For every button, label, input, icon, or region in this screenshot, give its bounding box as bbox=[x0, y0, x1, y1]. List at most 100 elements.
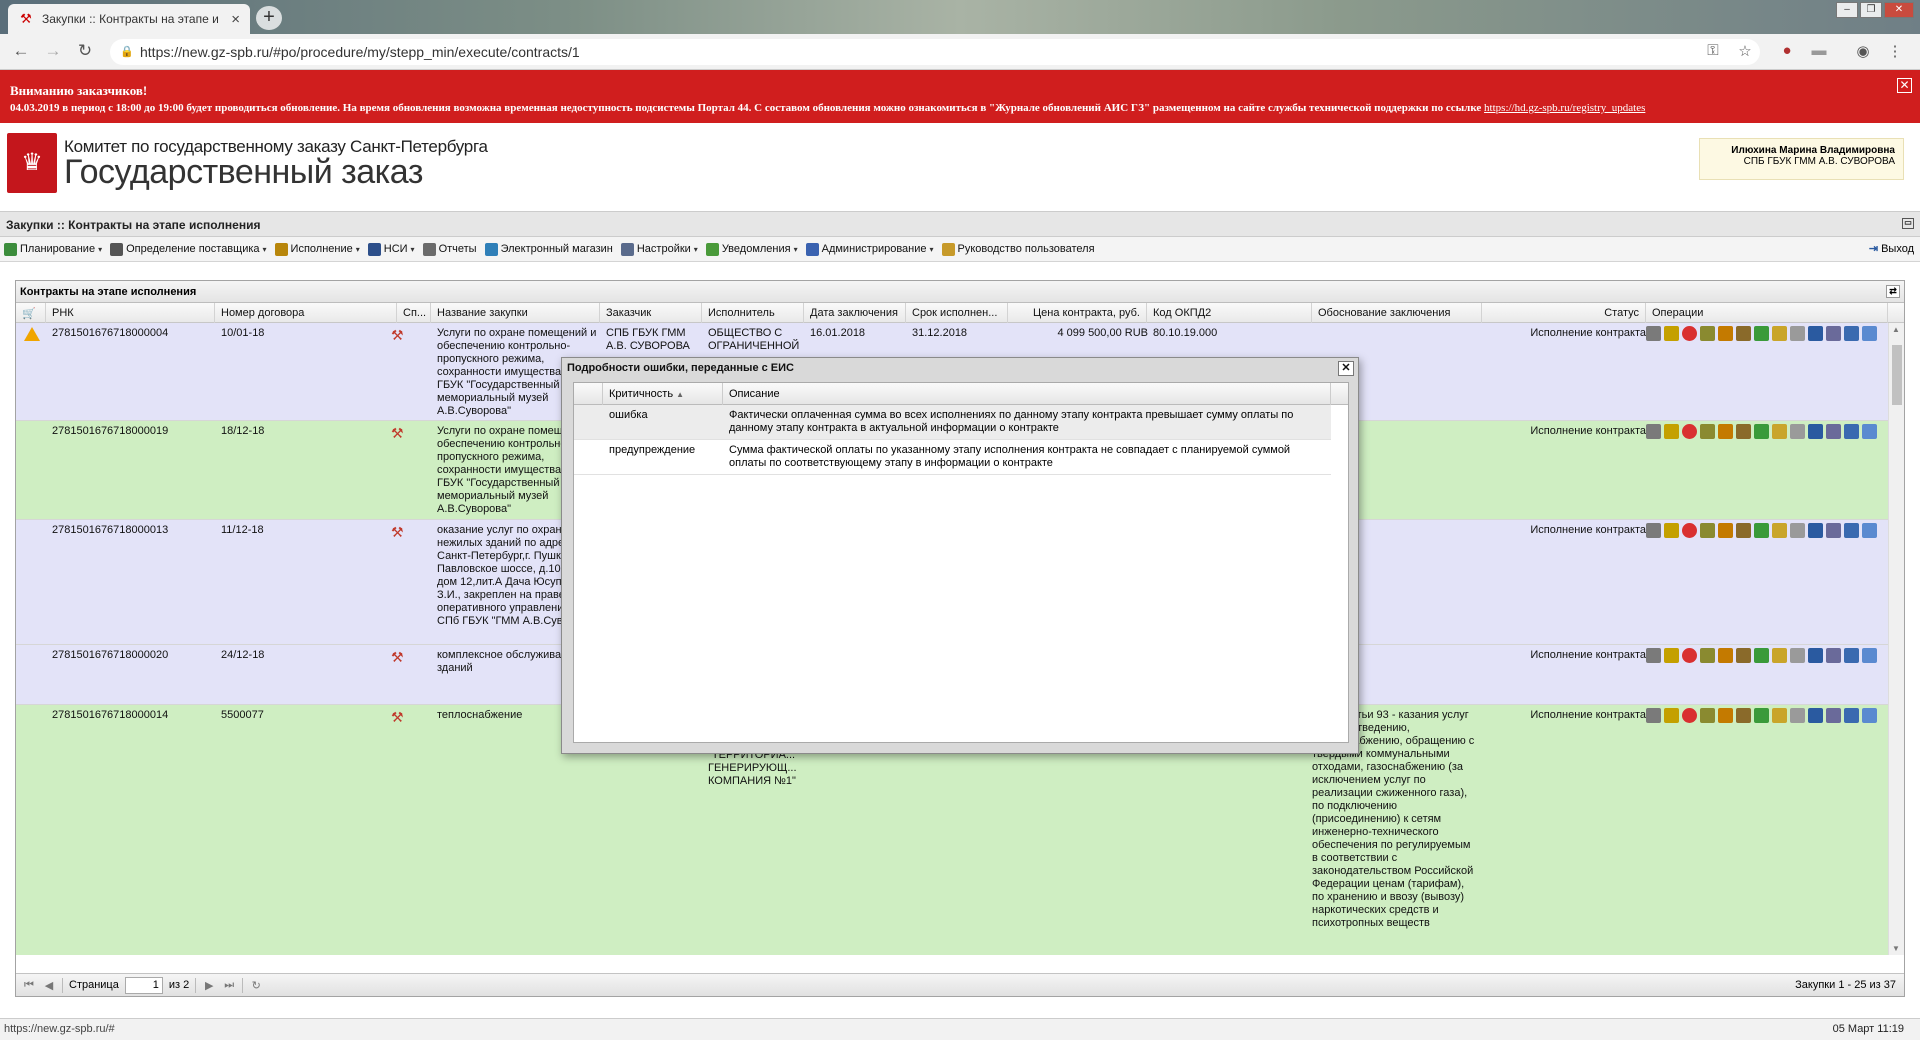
back-arrow-icon[interactable]: ← bbox=[10, 41, 32, 61]
key-icon[interactable]: ⚿ bbox=[1702, 42, 1724, 59]
column-header-customer[interactable]: Заказчик bbox=[600, 303, 702, 323]
menu-item-1[interactable]: Определение поставщика ▾ bbox=[110, 242, 267, 256]
operation-9-icon[interactable] bbox=[1808, 708, 1823, 723]
column-header-severity[interactable]: Критичность ▲ bbox=[603, 383, 723, 405]
operation-6-icon[interactable] bbox=[1754, 523, 1769, 538]
dialog-close-button[interactable]: ✕ bbox=[1338, 361, 1354, 376]
operation-8-icon[interactable] bbox=[1790, 708, 1805, 723]
operation-7-icon[interactable] bbox=[1772, 523, 1787, 538]
operation-12-icon[interactable] bbox=[1862, 326, 1877, 341]
operation-11-icon[interactable] bbox=[1844, 326, 1859, 341]
operation-2-icon[interactable] bbox=[1682, 326, 1697, 341]
operation-10-icon[interactable] bbox=[1826, 523, 1841, 538]
operation-2-icon[interactable] bbox=[1682, 523, 1697, 538]
menu-item-4[interactable]: Отчеты bbox=[422, 242, 477, 256]
column-header-contract-number[interactable]: Номер договора bbox=[215, 303, 397, 323]
operation-1-icon[interactable] bbox=[1664, 424, 1679, 439]
operation-11-icon[interactable] bbox=[1844, 648, 1859, 663]
operation-7-icon[interactable] bbox=[1772, 648, 1787, 663]
operation-2-icon[interactable] bbox=[1682, 424, 1697, 439]
menu-item-2[interactable]: Исполнение ▾ bbox=[274, 242, 360, 256]
column-header-executor[interactable]: Исполнитель bbox=[702, 303, 804, 323]
operation-3-icon[interactable] bbox=[1700, 326, 1715, 341]
scroll-thumb[interactable] bbox=[1892, 345, 1902, 405]
operation-10-icon[interactable] bbox=[1826, 326, 1841, 341]
url-input[interactable]: 🔒 https://new.gz-spb.ru/#po/procedure/my… bbox=[110, 39, 1760, 65]
operation-3-icon[interactable] bbox=[1700, 708, 1715, 723]
column-header-rnk[interactable]: РНК bbox=[46, 303, 215, 323]
restore-button[interactable]: ❐ bbox=[1860, 2, 1882, 18]
last-page-icon[interactable]: ⏭ bbox=[222, 979, 236, 992]
column-header-basis[interactable]: Обоснование заключения bbox=[1312, 303, 1482, 323]
collapse-icon[interactable]: ▭ bbox=[1902, 218, 1914, 229]
operation-7-icon[interactable] bbox=[1772, 326, 1787, 341]
operation-2-icon[interactable] bbox=[1682, 708, 1697, 723]
tab-close-icon[interactable]: × bbox=[231, 11, 240, 28]
exit-button[interactable]: ⇥ Выход bbox=[1869, 242, 1914, 256]
operation-9-icon[interactable] bbox=[1808, 326, 1823, 341]
operation-5-icon[interactable] bbox=[1736, 424, 1751, 439]
page-number-input[interactable]: 1 bbox=[124, 976, 163, 994]
operation-7-icon[interactable] bbox=[1772, 708, 1787, 723]
operation-0-icon[interactable] bbox=[1646, 523, 1661, 538]
browser-menu-icon[interactable]: ⋮ bbox=[1884, 42, 1906, 60]
extension2-icon[interactable]: ▬ bbox=[1808, 42, 1830, 59]
operation-0-icon[interactable] bbox=[1646, 648, 1661, 663]
first-page-icon[interactable]: ⏮ bbox=[22, 979, 36, 992]
menu-item-9[interactable]: Руководство пользователя bbox=[941, 242, 1095, 256]
extension-icon[interactable]: ● bbox=[1776, 42, 1798, 59]
operation-6-icon[interactable] bbox=[1754, 326, 1769, 341]
banner-link[interactable]: https://hd.gz-spb.ru/registry_updates bbox=[1484, 102, 1645, 114]
column-header-purchase-name[interactable]: Название закупки bbox=[431, 303, 600, 323]
operation-1-icon[interactable] bbox=[1664, 523, 1679, 538]
next-page-icon[interactable]: ▶ bbox=[202, 979, 216, 992]
operation-12-icon[interactable] bbox=[1862, 523, 1877, 538]
menu-item-3[interactable]: НСИ ▾ bbox=[367, 242, 415, 256]
column-header-operations[interactable]: Операции bbox=[1646, 303, 1888, 323]
banner-close-button[interactable]: ✕ bbox=[1897, 78, 1912, 93]
operation-5-icon[interactable] bbox=[1736, 648, 1751, 663]
operation-6-icon[interactable] bbox=[1754, 648, 1769, 663]
operation-10-icon[interactable] bbox=[1826, 648, 1841, 663]
operation-8-icon[interactable] bbox=[1790, 523, 1805, 538]
menu-item-5[interactable]: Электронный магазин bbox=[484, 242, 613, 256]
operation-9-icon[interactable] bbox=[1808, 648, 1823, 663]
browser-tab[interactable]: ⚒ Закупки :: Контракты на этапе и × bbox=[8, 4, 250, 34]
column-header-okpd[interactable]: Код ОКПД2 bbox=[1147, 303, 1312, 323]
refresh-icon[interactable]: ↻ bbox=[249, 979, 263, 992]
grid-scrollbar[interactable]: ▲ ▼ bbox=[1888, 323, 1904, 955]
menu-item-8[interactable]: Администрирование ▾ bbox=[805, 242, 934, 256]
operation-0-icon[interactable] bbox=[1646, 708, 1661, 723]
operation-1-icon[interactable] bbox=[1664, 326, 1679, 341]
bookmark-star-icon[interactable]: ☆ bbox=[1734, 42, 1756, 60]
operation-9-icon[interactable] bbox=[1808, 424, 1823, 439]
operation-11-icon[interactable] bbox=[1844, 708, 1859, 723]
operation-1-icon[interactable] bbox=[1664, 708, 1679, 723]
new-tab-button[interactable]: + bbox=[256, 6, 282, 30]
scroll-up-icon[interactable]: ▲ bbox=[1892, 325, 1900, 334]
operation-0-icon[interactable] bbox=[1646, 326, 1661, 341]
operation-4-icon[interactable] bbox=[1718, 648, 1733, 663]
operation-3-icon[interactable] bbox=[1700, 523, 1715, 538]
scroll-down-icon[interactable]: ▼ bbox=[1892, 944, 1900, 953]
operation-3-icon[interactable] bbox=[1700, 424, 1715, 439]
operation-1-icon[interactable] bbox=[1664, 648, 1679, 663]
column-header-method[interactable]: Сп... bbox=[397, 303, 431, 323]
operation-8-icon[interactable] bbox=[1790, 424, 1805, 439]
warning-icon[interactable] bbox=[24, 327, 40, 341]
column-header-status[interactable]: Статус bbox=[1482, 303, 1646, 323]
panel-refresh-icon[interactable]: ⇄ bbox=[1886, 285, 1900, 298]
user-info-box[interactable]: Илюхина Марина Владимировна СПБ ГБУК ГММ… bbox=[1699, 138, 1904, 180]
column-header-price[interactable]: Цена контракта, руб. bbox=[1008, 303, 1147, 323]
menu-item-6[interactable]: Настройки ▾ bbox=[620, 242, 698, 256]
operation-5-icon[interactable] bbox=[1736, 708, 1751, 723]
column-header-description[interactable]: Описание bbox=[723, 383, 1331, 405]
forward-arrow-icon[interactable]: → bbox=[42, 41, 64, 61]
operation-7-icon[interactable] bbox=[1772, 424, 1787, 439]
operation-4-icon[interactable] bbox=[1718, 708, 1733, 723]
operation-2-icon[interactable] bbox=[1682, 648, 1697, 663]
operation-10-icon[interactable] bbox=[1826, 708, 1841, 723]
menu-item-7[interactable]: Уведомления ▾ bbox=[705, 242, 798, 256]
operation-0-icon[interactable] bbox=[1646, 424, 1661, 439]
column-header-term[interactable]: Срок исполнен... bbox=[906, 303, 1008, 323]
